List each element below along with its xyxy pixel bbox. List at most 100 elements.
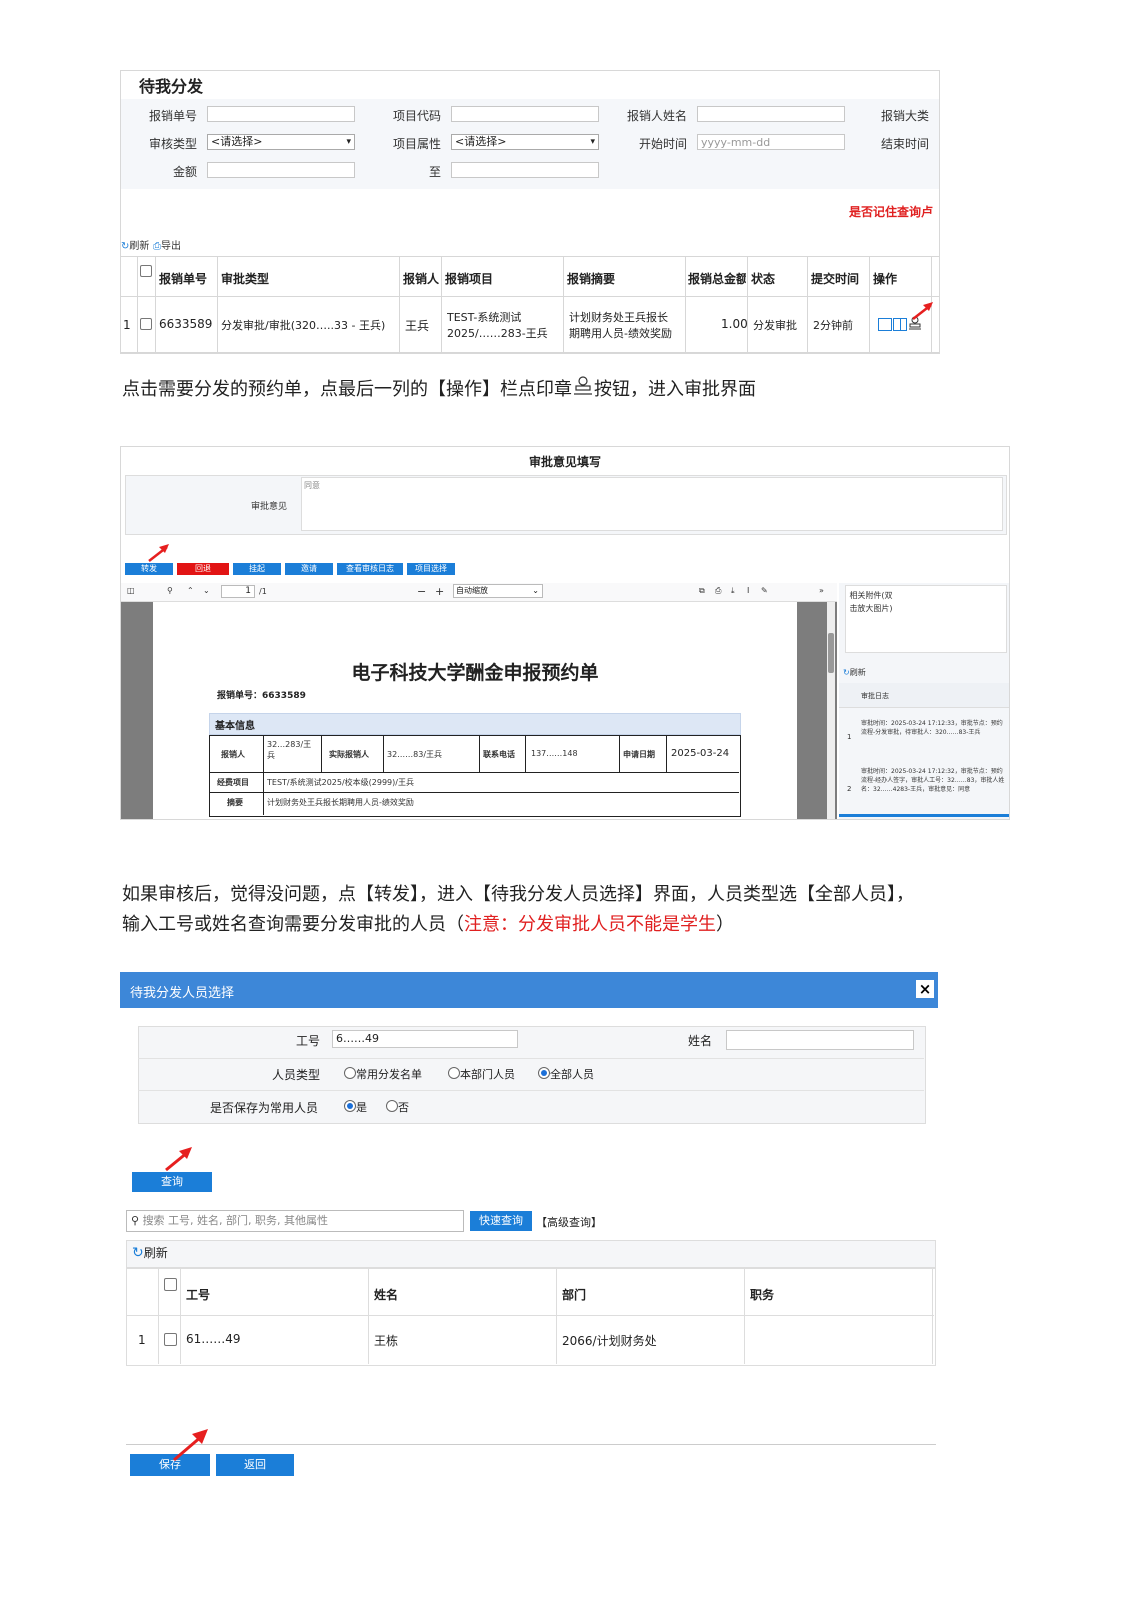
- red-arrow-icon: [165, 1147, 192, 1172]
- screenshot-pending-distribution: 待我分发 报销单号 项目代码 报销人姓名 报销大类 审核类型 <请选择> ▾ 项目…: [120, 70, 940, 354]
- search-icon[interactable]: ⚲: [167, 586, 173, 595]
- chevron-down-icon[interactable]: ⌄: [203, 586, 210, 595]
- zoom-in-icon[interactable]: +: [435, 585, 444, 598]
- emp-no-cell: 61……49: [186, 1332, 241, 1346]
- audit-type-label: 审核类型: [148, 137, 197, 151]
- view-icon[interactable]: [878, 318, 892, 331]
- grid-icon[interactable]: [893, 318, 907, 331]
- rollback-button[interactable]: 回退: [177, 563, 229, 575]
- pen-icon[interactable]: ✎: [761, 586, 768, 595]
- doc-applicant-label: 报销人: [221, 750, 245, 759]
- screenshot-person-selection: 待我分发人员选择 × 工号 6……49 姓名 人员类型 常用分发名单 本部门人员…: [120, 972, 938, 1482]
- type-cell: 分发审批/审批(320…..33 - 王兵): [221, 319, 386, 332]
- col-header: 职务: [750, 1288, 775, 1302]
- doc-summary-label: 摘要: [227, 798, 243, 807]
- quick-search-placeholder: 搜索 工号, 姓名, 部门, 职务, 其他属性: [142, 1214, 329, 1227]
- zoom-out-icon[interactable]: −: [417, 585, 426, 598]
- emp-no-input[interactable]: 6……49: [332, 1030, 518, 1048]
- instruction-text: 点击需要分发的预约单，点最后一列的【操作】栏点印章: [122, 379, 572, 400]
- project-attr-label: 项目属性: [392, 137, 441, 151]
- dialog-titlebar: [120, 972, 938, 1008]
- common-list-label: 常用分发名单: [356, 1068, 422, 1081]
- doc-fund-label: 经费项目: [217, 778, 249, 787]
- col-header: 报销项目: [445, 272, 494, 286]
- audit-type-value: <请选择>: [211, 135, 263, 148]
- page-number-input[interactable]: 1: [221, 585, 255, 598]
- quick-query-button[interactable]: 快速查询: [470, 1211, 532, 1231]
- select-all-checkbox[interactable]: [140, 265, 152, 277]
- opinion-textarea[interactable]: 同意: [301, 477, 1003, 531]
- status-cell: 分发审批: [753, 319, 797, 332]
- remember-query-text[interactable]: 是否记住查询卢: [849, 203, 933, 220]
- own-dept-radio[interactable]: [448, 1067, 460, 1079]
- instruction-text: 按钮，进入审批界面: [594, 379, 756, 400]
- project-attr-select[interactable]: <请选择> ▾: [451, 134, 599, 150]
- col-header: 状态: [751, 272, 776, 286]
- project-cell-line2: 2025/……283-王兵: [447, 327, 548, 340]
- project-select-button[interactable]: 项目选择: [407, 563, 455, 575]
- save-yes-radio[interactable]: [344, 1100, 356, 1112]
- applicant-name-input[interactable]: [697, 106, 845, 122]
- double-chevron-right-icon[interactable]: »: [819, 586, 824, 595]
- advanced-query-link[interactable]: 【高级查询】: [536, 1214, 602, 1230]
- view-audit-log-button[interactable]: 查看审核日志: [337, 563, 403, 575]
- dialog-title: 审批意见填写: [528, 455, 601, 469]
- doc-actual: 32……83/王兵: [387, 750, 443, 759]
- doc-bill-no-value: 6633589: [262, 691, 306, 701]
- audit-type-select[interactable]: <请选择> ▾: [207, 134, 355, 150]
- doc-phone-label: 联系电话: [483, 750, 515, 759]
- name-input[interactable]: [726, 1030, 914, 1050]
- instruction-line: 输入工号或姓名查询需要分发审批的人员（注意：分发审批人员不能是学生）: [122, 910, 914, 940]
- invite-button[interactable]: 邀请: [285, 563, 333, 575]
- sidebar-toggle-icon[interactable]: ◫: [127, 586, 135, 595]
- side-refresh-button[interactable]: ↻刷新: [843, 667, 866, 678]
- col-header: 操作: [873, 272, 898, 286]
- start-time-input[interactable]: yyyy-mm-dd: [697, 134, 845, 150]
- amount-min-input[interactable]: [207, 162, 355, 178]
- row-checkbox[interactable]: [164, 1333, 177, 1346]
- all-staff-radio[interactable]: [538, 1067, 550, 1079]
- pdf-scrollbar-thumb[interactable]: [828, 633, 834, 673]
- suspend-button[interactable]: 挂起: [233, 563, 281, 575]
- open-file-icon[interactable]: ⧉: [699, 586, 705, 596]
- col-header: 报销人: [403, 272, 440, 286]
- print-icon[interactable]: ⎙: [715, 586, 721, 596]
- back-button[interactable]: 返回: [216, 1454, 294, 1476]
- red-arrow-icon: [173, 1429, 208, 1462]
- page-total: /1: [259, 587, 267, 596]
- log-index-1: 1: [847, 733, 852, 741]
- search-icon: ⚲: [131, 1214, 143, 1227]
- instruction-paragraph-2: 如果审核后，觉得没问题，点【转发】，进入【待我分发人员选择】界面，人员类型选【全…: [122, 880, 914, 940]
- zoom-select[interactable]: 自动缩放 ⌄: [453, 584, 543, 598]
- download-icon[interactable]: ⤓: [731, 586, 735, 596]
- bill-no-input[interactable]: [207, 106, 355, 122]
- refresh-button[interactable]: ↻刷新: [132, 1244, 168, 1261]
- close-icon[interactable]: ×: [916, 980, 934, 998]
- row-checkbox[interactable]: [140, 318, 152, 330]
- chevron-up-icon[interactable]: ⌃: [187, 586, 194, 595]
- col-header: 提交时间: [811, 272, 860, 286]
- query-button[interactable]: 查询: [132, 1172, 212, 1192]
- quick-search-input[interactable]: ⚲ 搜索 工号, 姓名, 部门, 职务, 其他属性: [126, 1210, 464, 1232]
- doc-actual-label: 实际报销人: [329, 750, 369, 759]
- refresh-bar: [126, 1240, 936, 1268]
- dialog-title: 待我分发人员选择: [130, 986, 235, 1001]
- project-code-input[interactable]: [451, 106, 599, 122]
- export-button[interactable]: ⎙导出: [153, 237, 181, 252]
- applicant-name-label: 报销人姓名: [626, 109, 687, 123]
- dept-cell: 2066/计划财务处: [562, 1334, 657, 1348]
- bill-table: 报销单号 审批类型 报销人 报销项目 报销摘要 报销总金额 状态 提交时间 操作…: [121, 256, 939, 353]
- select-all-checkbox[interactable]: [164, 1278, 177, 1291]
- student-note: 注意：分发审批人员不能是学生: [464, 914, 716, 935]
- all-staff-label: 全部人员: [550, 1068, 594, 1081]
- amount-max-input[interactable]: [451, 162, 599, 178]
- forward-button[interactable]: 转发: [125, 563, 173, 575]
- refresh-button[interactable]: ↻刷新: [121, 237, 149, 252]
- text-cursor-icon[interactable]: I: [747, 586, 749, 595]
- save-yes-label: 是: [356, 1101, 367, 1114]
- save-no-radio[interactable]: [386, 1100, 398, 1112]
- category-label: 报销大类: [880, 109, 929, 123]
- common-list-radio[interactable]: [344, 1067, 356, 1079]
- col-header: 报销摘要: [567, 272, 616, 286]
- chevron-down-icon: ⌄: [532, 586, 539, 595]
